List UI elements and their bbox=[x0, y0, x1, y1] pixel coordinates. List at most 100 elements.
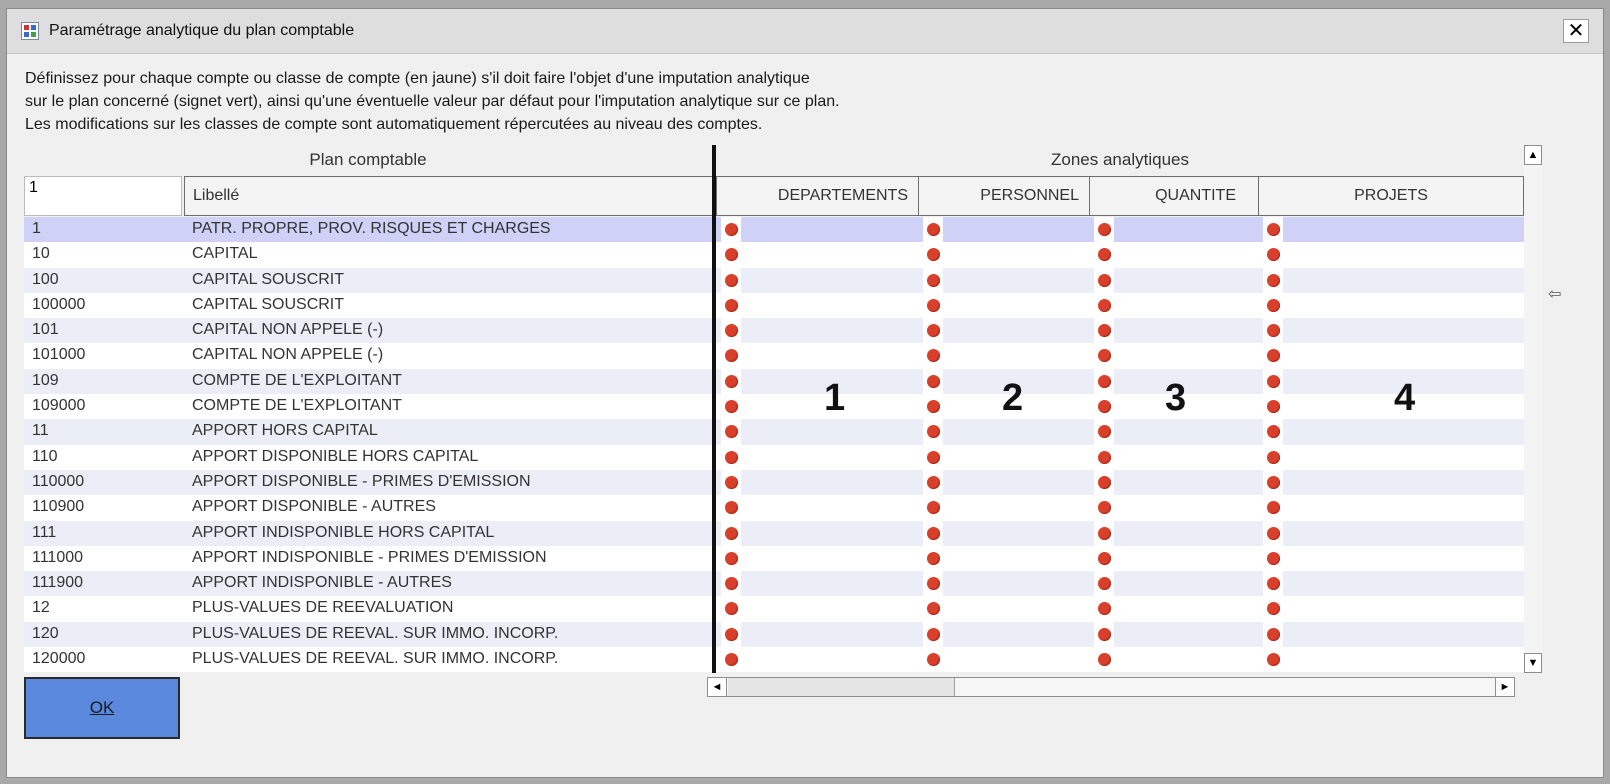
close-button[interactable]: ✕ bbox=[1563, 19, 1589, 43]
imputation-toggle[interactable] bbox=[1094, 520, 1114, 546]
imputation-toggle[interactable] bbox=[721, 469, 741, 496]
imputation-toggle[interactable] bbox=[1263, 267, 1283, 293]
imputation-toggle[interactable] bbox=[1263, 343, 1283, 369]
table-row[interactable]: 11 APPORT HORS CAPITAL bbox=[24, 419, 1524, 445]
imputation-toggle[interactable] bbox=[923, 469, 943, 496]
imputation-toggle[interactable] bbox=[1094, 217, 1114, 243]
imputation-toggle[interactable] bbox=[923, 520, 943, 546]
imputation-toggle[interactable] bbox=[721, 343, 741, 369]
table-row[interactable]: 111000 APPORT INDISPONIBLE - PRIMES D'EMI… bbox=[24, 545, 1524, 572]
imputation-toggle[interactable] bbox=[721, 217, 741, 243]
imputation-toggle[interactable] bbox=[923, 545, 943, 572]
imputation-toggle[interactable] bbox=[923, 318, 943, 344]
imputation-toggle[interactable] bbox=[1094, 292, 1114, 319]
imputation-toggle[interactable] bbox=[923, 444, 943, 470]
imputation-toggle[interactable] bbox=[1263, 394, 1283, 420]
column-header-libelle[interactable]: Libellé bbox=[184, 176, 713, 216]
table-row[interactable]: 120 PLUS-VALUES DE REEVAL. SUR IMMO. INCO… bbox=[24, 621, 1524, 648]
table-row[interactable]: 100000 CAPITAL SOUSCRIT bbox=[24, 292, 1524, 319]
imputation-toggle[interactable] bbox=[1094, 647, 1114, 673]
imputation-toggle[interactable] bbox=[1094, 242, 1114, 268]
table-row[interactable]: 100 CAPITAL SOUSCRIT bbox=[24, 267, 1524, 293]
imputation-toggle[interactable] bbox=[721, 318, 741, 344]
table-row[interactable]: 111 APPORT INDISPONIBLE HORS CAPITAL bbox=[24, 520, 1524, 546]
imputation-toggle[interactable] bbox=[923, 495, 943, 521]
imputation-toggle[interactable] bbox=[1094, 545, 1114, 572]
imputation-toggle[interactable] bbox=[1094, 343, 1114, 369]
column-header-quantite[interactable]: QUANTITE bbox=[1089, 176, 1259, 216]
account-filter-input[interactable]: 1 bbox=[24, 176, 182, 216]
scroll-down-button[interactable]: ▼ bbox=[1524, 653, 1542, 673]
imputation-toggle[interactable] bbox=[721, 520, 741, 546]
imputation-toggle[interactable] bbox=[1263, 242, 1283, 268]
imputation-toggle[interactable] bbox=[721, 292, 741, 319]
imputation-toggle[interactable] bbox=[1263, 444, 1283, 470]
table-row[interactable]: 110900 APPORT DISPONIBLE - AUTRES bbox=[24, 495, 1524, 521]
imputation-toggle[interactable] bbox=[721, 444, 741, 470]
imputation-toggle[interactable] bbox=[721, 368, 741, 395]
table-row[interactable]: 12 PLUS-VALUES DE REEVALUATION bbox=[24, 596, 1524, 622]
imputation-toggle[interactable] bbox=[1263, 318, 1283, 344]
imputation-toggle[interactable] bbox=[1094, 368, 1114, 395]
imputation-toggle[interactable] bbox=[1094, 444, 1114, 470]
imputation-toggle[interactable] bbox=[1094, 419, 1114, 445]
imputation-toggle[interactable] bbox=[1094, 318, 1114, 344]
imputation-toggle[interactable] bbox=[1263, 621, 1283, 648]
imputation-toggle[interactable] bbox=[1263, 419, 1283, 445]
imputation-toggle[interactable] bbox=[923, 419, 943, 445]
table-row[interactable]: 101 CAPITAL NON APPELE (-) bbox=[24, 318, 1524, 344]
table-row[interactable]: 109000 COMPTE DE L'EXPLOITANT bbox=[24, 394, 1524, 420]
table-row[interactable]: 10 CAPITAL bbox=[24, 242, 1524, 268]
imputation-toggle[interactable] bbox=[1263, 495, 1283, 521]
column-header-personnel[interactable]: PERSONNEL bbox=[918, 176, 1090, 216]
imputation-toggle[interactable] bbox=[1263, 520, 1283, 546]
imputation-toggle[interactable] bbox=[1263, 292, 1283, 319]
imputation-toggle[interactable] bbox=[1263, 545, 1283, 572]
imputation-toggle[interactable] bbox=[1263, 596, 1283, 622]
imputation-toggle[interactable] bbox=[721, 242, 741, 268]
imputation-toggle[interactable] bbox=[1094, 495, 1114, 521]
horizontal-scroll-thumb[interactable] bbox=[728, 678, 955, 696]
imputation-toggle[interactable] bbox=[1094, 571, 1114, 597]
imputation-toggle[interactable] bbox=[721, 495, 741, 521]
imputation-toggle[interactable] bbox=[721, 596, 741, 622]
imputation-toggle[interactable] bbox=[721, 545, 741, 572]
imputation-toggle[interactable] bbox=[923, 394, 943, 420]
scroll-left-button[interactable]: ◄ bbox=[707, 677, 727, 697]
table-row[interactable]: 110000 APPORT DISPONIBLE - PRIMES D'EMISS… bbox=[24, 469, 1524, 496]
imputation-toggle[interactable] bbox=[1263, 571, 1283, 597]
imputation-toggle[interactable] bbox=[923, 571, 943, 597]
column-header-departements[interactable]: DEPARTEMENTS bbox=[716, 176, 919, 216]
table-row[interactable]: 111900 APPORT INDISPONIBLE - AUTRES bbox=[24, 571, 1524, 597]
imputation-toggle[interactable] bbox=[1263, 647, 1283, 673]
imputation-toggle[interactable] bbox=[1263, 368, 1283, 395]
scroll-right-button[interactable]: ► bbox=[1495, 677, 1515, 697]
table-row[interactable]: 110 APPORT DISPONIBLE HORS CAPITAL bbox=[24, 444, 1524, 470]
column-header-projets[interactable]: PROJETS bbox=[1258, 176, 1524, 216]
imputation-toggle[interactable] bbox=[1094, 596, 1114, 622]
imputation-toggle[interactable] bbox=[923, 343, 943, 369]
imputation-toggle[interactable] bbox=[923, 596, 943, 622]
imputation-toggle[interactable] bbox=[721, 267, 741, 293]
table-row[interactable]: 109 COMPTE DE L'EXPLOITANT bbox=[24, 368, 1524, 395]
imputation-toggle[interactable] bbox=[721, 647, 741, 673]
table-row[interactable]: 101000 CAPITAL NON APPELE (-) bbox=[24, 343, 1524, 369]
imputation-toggle[interactable] bbox=[1094, 469, 1114, 496]
imputation-toggle[interactable] bbox=[923, 647, 943, 673]
imputation-toggle[interactable] bbox=[721, 571, 741, 597]
imputation-toggle[interactable] bbox=[923, 292, 943, 319]
imputation-toggle[interactable] bbox=[1263, 469, 1283, 496]
table-row[interactable]: 120000 PLUS-VALUES DE REEVAL. SUR IMMO. I… bbox=[24, 647, 1524, 673]
horizontal-scrollbar[interactable]: ◄ ► bbox=[707, 677, 1515, 697]
imputation-toggle[interactable] bbox=[1263, 217, 1283, 243]
imputation-toggle[interactable] bbox=[923, 267, 943, 293]
imputation-toggle[interactable] bbox=[721, 621, 741, 648]
imputation-toggle[interactable] bbox=[923, 217, 943, 243]
scroll-up-button[interactable]: ▲ bbox=[1524, 145, 1542, 165]
imputation-toggle[interactable] bbox=[721, 419, 741, 445]
imputation-toggle[interactable] bbox=[721, 394, 741, 420]
imputation-toggle[interactable] bbox=[1094, 267, 1114, 293]
imputation-toggle[interactable] bbox=[1094, 621, 1114, 648]
vertical-scrollbar[interactable]: ▲ ▼ bbox=[1524, 145, 1542, 673]
imputation-toggle[interactable] bbox=[923, 621, 943, 648]
